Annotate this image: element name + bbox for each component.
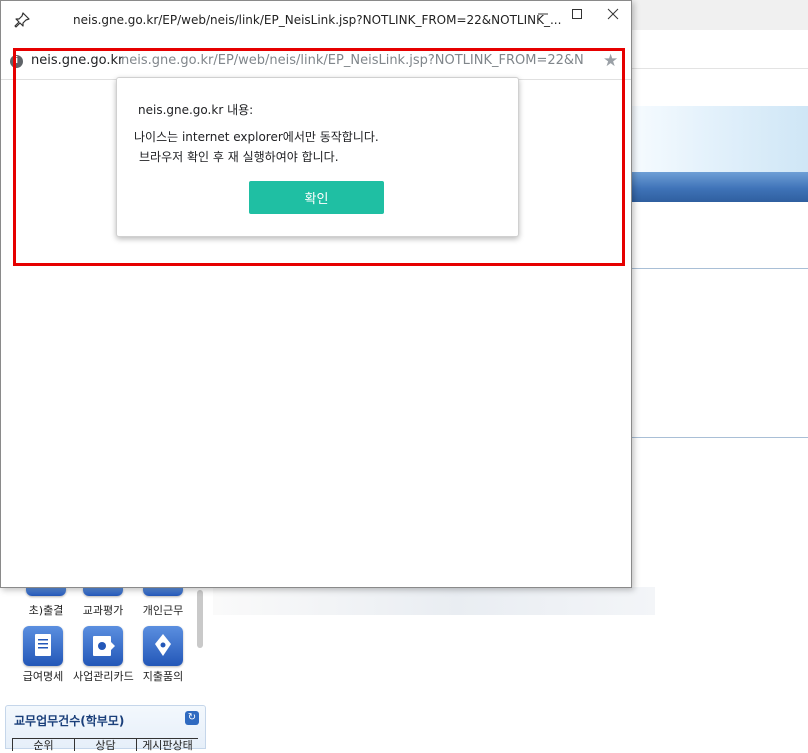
dialog-origin: neis.gne.go.kr 내용: (138, 103, 254, 117)
background-blurred-bar (213, 587, 655, 615)
evaluation-icon (83, 588, 123, 596)
shortcut-label: 개인근무 (142, 604, 184, 617)
shortcut-expense[interactable]: 지출품의 (133, 626, 193, 684)
shortcut-subject-eval[interactable]: 교과평가 (73, 588, 133, 618)
shortcut-payslip[interactable]: 급여명세 (13, 626, 73, 684)
minimize-button[interactable] (529, 5, 557, 27)
column-header: 게시판상태 (136, 739, 198, 752)
background-divider (632, 437, 808, 438)
card-icon (83, 626, 123, 666)
info-icon[interactable]: i (10, 55, 23, 68)
column-header: 순위 (12, 739, 74, 752)
attendance-icon (26, 588, 66, 596)
alert-dialog: neis.gne.go.kr 내용: 나이스는 internet explore… (116, 77, 519, 237)
maximize-button[interactable] (563, 5, 591, 27)
panel-table-header: 순위 상담 게시판상태 (12, 738, 198, 752)
url-path: neis.gne.go.kr/EP/web/neis/link/EP_NeisL… (121, 53, 583, 68)
refresh-icon[interactable]: ↻ (185, 711, 199, 725)
shortcut-label: 급여명세 (22, 670, 64, 683)
school-work-count-panel: 교무업무건수(학부모) ↻ 순위 상담 게시판상태 (5, 705, 206, 752)
shortcut-attendance[interactable]: 초)출결 (16, 588, 76, 618)
background-scrollbar[interactable] (197, 590, 203, 648)
background-top-strip (632, 0, 808, 30)
shortcut-label: 초)출결 (28, 604, 64, 617)
dialog-message-line2: 브라우저 확인 후 재 실행하여야 합니다. (139, 150, 339, 164)
popup-title: neis.gne.go.kr/EP/web/neis/link/EP_NeisL… (73, 13, 562, 27)
column-header: 상담 (74, 739, 136, 752)
work-icon (143, 588, 183, 596)
background-banner (632, 106, 808, 172)
shortcut-label: 지출품의 (142, 670, 184, 683)
background-divider (632, 68, 808, 69)
background-divider (632, 268, 808, 269)
shortcut-personal-work[interactable]: 개인근무 (133, 588, 193, 618)
pen-icon (143, 626, 183, 666)
star-icon[interactable]: ★ (603, 51, 618, 71)
shortcut-label: 교과평가 (82, 604, 124, 617)
address-bar[interactable]: i neis.gne.go.kr neis.gne.go.kr/EP/web/n… (1, 45, 631, 80)
document-icon (23, 626, 63, 666)
shortcut-project-card[interactable]: 사업관리카드 (73, 626, 134, 684)
dialog-message-line1: 나이스는 internet explorer에서만 동작합니다. (134, 130, 379, 144)
shortcut-label: 사업관리카드 (73, 670, 134, 683)
ok-button[interactable]: 확인 (249, 181, 384, 214)
popup-window: neis.gne.go.kr/EP/web/neis/link/EP_NeisL… (0, 0, 632, 588)
background-blue-bar (632, 172, 808, 202)
panel-title: 교무업무건수(학부모) (14, 714, 125, 728)
popup-titlebar[interactable]: neis.gne.go.kr/EP/web/neis/link/EP_NeisL… (1, 1, 631, 41)
pin-icon[interactable] (13, 11, 31, 29)
close-button[interactable] (599, 5, 627, 27)
url-host: neis.gne.go.kr (31, 53, 124, 68)
